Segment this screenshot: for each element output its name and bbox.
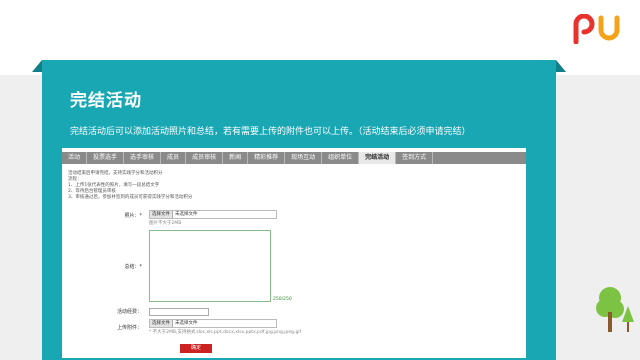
funds-label: 活动经费：	[116, 309, 142, 315]
photo-file-status: 未选择文件	[175, 212, 198, 217]
funds-input[interactable]	[149, 308, 209, 316]
ribbon-fold-right	[556, 60, 566, 72]
ribbon-fold-left	[32, 60, 42, 72]
tab-news[interactable]: 新闻	[223, 152, 249, 164]
note-line: 活动结束后申请完结，支持实践学分和活动积分	[68, 171, 163, 176]
tab-bar: 活动 投票选手 选手审核 成员 成员审核 新闻 精彩推荐 现场互动 组织单位 完…	[62, 152, 526, 164]
attachment-choose-button[interactable]: 选择文件	[150, 320, 173, 327]
summary-char-counter: 250/250	[273, 297, 292, 302]
tab-member-review[interactable]: 成员审核	[186, 152, 224, 164]
photo-label: 照片：*	[124, 213, 142, 219]
tab-organizers[interactable]: 组织单位	[322, 152, 360, 164]
tab-highlights[interactable]: 精彩推荐	[248, 152, 286, 164]
tab-candidate-review[interactable]: 选手审核	[124, 152, 162, 164]
note-line: 3、审核通过后，参加并签到的成员可获得实践学分和活动积分	[68, 195, 193, 200]
submit-button[interactable]: 确定	[180, 344, 212, 353]
attachment-file-status: 未选择文件	[175, 321, 198, 326]
tab-members[interactable]: 成员	[161, 152, 187, 164]
photo-choose-button[interactable]: 选择文件	[150, 211, 173, 218]
slide-title: 完结活动	[70, 91, 142, 111]
attachment-label: 上传附件：	[116, 325, 142, 331]
tab-checkin-method[interactable]: 签到方式	[396, 152, 434, 164]
summary-textarea[interactable]	[149, 230, 271, 302]
tree-icon	[596, 287, 634, 332]
summary-label: 总结：*	[124, 264, 142, 270]
attachment-hint: * 不大于2MB,支持格式:doc,xls,ppt,docx,xlsx,pptx…	[149, 330, 302, 335]
photo-file-input[interactable]: 选择文件 未选择文件	[149, 210, 277, 219]
photo-hint: 图片不大于2MB	[149, 221, 182, 226]
slide-description: 完结活动后可以添加活动照片和总结，若有需要上传的附件也可以上传。（活动结束后必须…	[70, 127, 471, 137]
app-screenshot: 活动 投票选手 选手审核 成员 成员审核 新闻 精彩推荐 现场互动 组织单位 完…	[62, 148, 526, 358]
tab-live-interaction[interactable]: 现场互动	[285, 152, 323, 164]
tab-complete-activity[interactable]: 完结活动	[359, 152, 397, 164]
attachment-file-input[interactable]: 选择文件 未选择文件	[149, 319, 277, 328]
tab-activity[interactable]: 活动	[62, 152, 88, 164]
pu-logo-icon	[573, 14, 620, 44]
tab-vote-candidates[interactable]: 投票选手	[87, 152, 125, 164]
